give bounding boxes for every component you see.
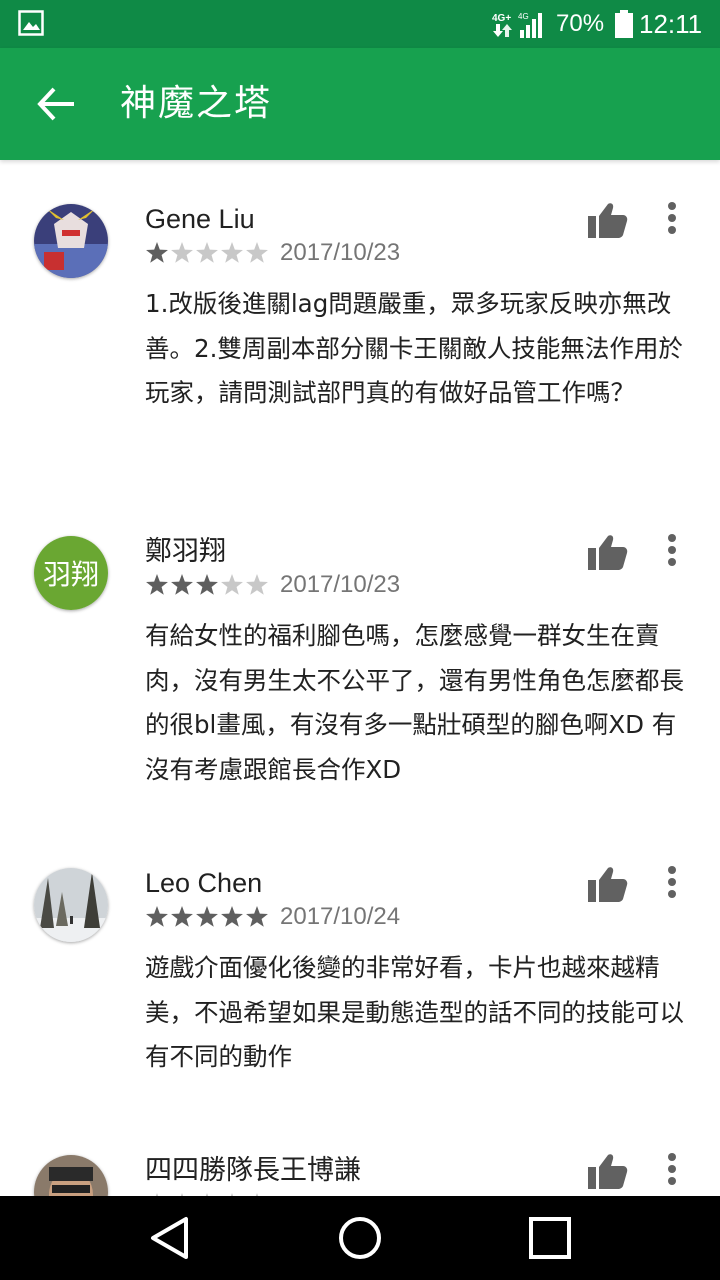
star-rating [146, 242, 268, 263]
battery-icon [615, 10, 633, 38]
avatar-image [34, 868, 108, 942]
recents-square-icon[interactable] [525, 1213, 575, 1263]
star-filled-icon [171, 906, 193, 927]
avatar[interactable] [34, 868, 108, 942]
network-badge: 4G+ [492, 13, 511, 24]
star-filled-icon [196, 574, 218, 595]
review-text: 1.改版後進關lag問題嚴重，眾多玩家反映亦無改善。2.雙周副本部分關卡王關敵人… [145, 289, 683, 407]
avatar[interactable] [34, 204, 108, 278]
clock: 12:11 [639, 9, 703, 39]
back-triangle-icon[interactable] [146, 1213, 196, 1263]
star-filled-icon [146, 242, 168, 263]
thumbs-up-icon[interactable] [586, 864, 628, 904]
status-bar: 4G+ 4G 70% 12:11 [0, 0, 720, 48]
arrow-left-icon[interactable] [34, 84, 78, 124]
avatar-image [34, 204, 108, 278]
network-small: 4G [518, 12, 529, 21]
star-empty-icon [246, 242, 268, 263]
star-empty-icon [221, 574, 243, 595]
home-circle-icon[interactable] [335, 1213, 385, 1263]
star-empty-icon [196, 242, 218, 263]
battery-percent: 70% [556, 10, 605, 37]
star-empty-icon [246, 574, 268, 595]
thumbs-up-icon[interactable] [586, 532, 628, 572]
review-date: 2017/10/24 [280, 903, 401, 930]
star-rating [146, 574, 268, 595]
star-filled-icon [146, 574, 168, 595]
review-author: 四四勝隊長王博謙 [145, 1155, 361, 1185]
star-filled-icon [246, 906, 268, 927]
page-title: 神魔之塔 [120, 83, 273, 124]
avatar[interactable]: 羽翔 [34, 536, 108, 610]
app-toolbar: 神魔之塔 [0, 48, 720, 160]
review-date: 2017/10/23 [280, 571, 401, 598]
more-vert-icon[interactable] [658, 862, 686, 902]
review-item: 羽翔 鄭羽翔 2017/10/23 有給女性的福利腳色嗎，怎麼感覺一群女生在賣肉… [0, 492, 720, 824]
review-date: 2017/10/23 [280, 239, 401, 266]
review-author: Leo Chen [145, 868, 263, 898]
review-item: 四四勝隊長王博謙 [0, 1111, 720, 1196]
thumbs-up-icon[interactable] [586, 1151, 628, 1191]
avatar[interactable] [34, 1155, 108, 1196]
star-filled-icon [146, 906, 168, 927]
more-vert-icon[interactable] [658, 1149, 686, 1189]
review-text: 有給女性的福利腳色嗎，怎麼感覺一群女生在賣肉，沒有男生太不公平了，還有男性角色怎… [145, 621, 684, 784]
review-item: Gene Liu 2017/10/23 1.改版後進關lag問題嚴重，眾多玩家反… [0, 160, 720, 492]
more-vert-icon[interactable] [658, 198, 686, 238]
review-author: Gene Liu [145, 204, 255, 234]
star-empty-icon [221, 242, 243, 263]
review-author: 鄭羽翔 [145, 536, 226, 566]
thumbs-up-icon[interactable] [586, 200, 628, 240]
signal-icon: 4G+ 4G [492, 12, 542, 38]
star-filled-icon [171, 574, 193, 595]
review-item: Leo Chen 2017/10/24 遊戲介面優化後變的非常好看，卡片也越來越… [0, 824, 720, 1156]
review-text: 遊戲介面優化後變的非常好看，卡片也越來越精美，不過希望如果是動態造型的話不同的技… [145, 953, 684, 1071]
star-empty-icon [171, 242, 193, 263]
gallery-icon [18, 10, 44, 36]
star-rating [146, 906, 268, 927]
avatar-initials: 羽翔 [34, 536, 108, 610]
system-nav-bar [0, 1196, 720, 1280]
star-filled-icon [196, 906, 218, 927]
avatar-image [34, 1155, 108, 1196]
star-filled-icon [221, 906, 243, 927]
more-vert-icon[interactable] [658, 530, 686, 570]
